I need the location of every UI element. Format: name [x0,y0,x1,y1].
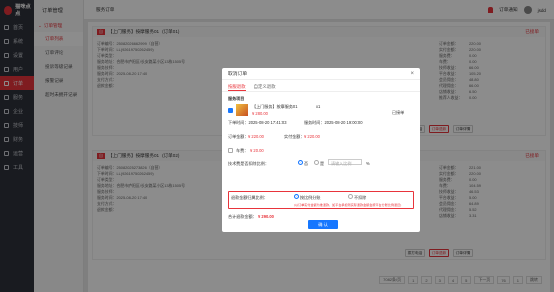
deduct-no-radio[interactable] [298,160,303,166]
cancel-order-dialog: 取消订单 × 按服退款 自定义退款 服务项目 【上门服务】按摩服务01 x1 ¥… [222,68,420,232]
no-deduct-radio[interactable] [348,194,353,200]
close-icon[interactable]: × [410,71,414,77]
refund-hint: (以订单实付金额为准退款，如平台承担则实际退款金额会按平台分账比例退还) [294,203,402,207]
section-title: 服务项目 [228,96,245,101]
item-price: ¥ 280.00 [252,111,268,116]
item-thumbnail [236,104,248,116]
item-name: 【上门服务】按摩服务01 [252,104,298,109]
car-fee-checkbox[interactable] [228,148,233,154]
total-refund: ¥ 290.00 [258,214,274,219]
car-fee: ¥ 20.00 [250,148,264,153]
tab-custom-refund[interactable]: 自定义退款 [254,84,276,91]
dialog-title: 取消订单 [222,68,420,80]
tab-service-refund[interactable]: 按服退款 [228,84,246,91]
item-status: 已接单 [392,110,405,115]
item-checkbox[interactable] [228,108,233,114]
paid-amount: ¥ 220.00 [304,134,320,139]
deduct-yes-radio[interactable] [314,160,319,166]
item-qty: x1 [316,104,321,109]
refund-ratio-radio[interactable] [294,194,299,200]
confirm-button[interactable]: 确 认 [308,220,338,229]
order-amount: ¥ 220.00 [248,134,264,139]
